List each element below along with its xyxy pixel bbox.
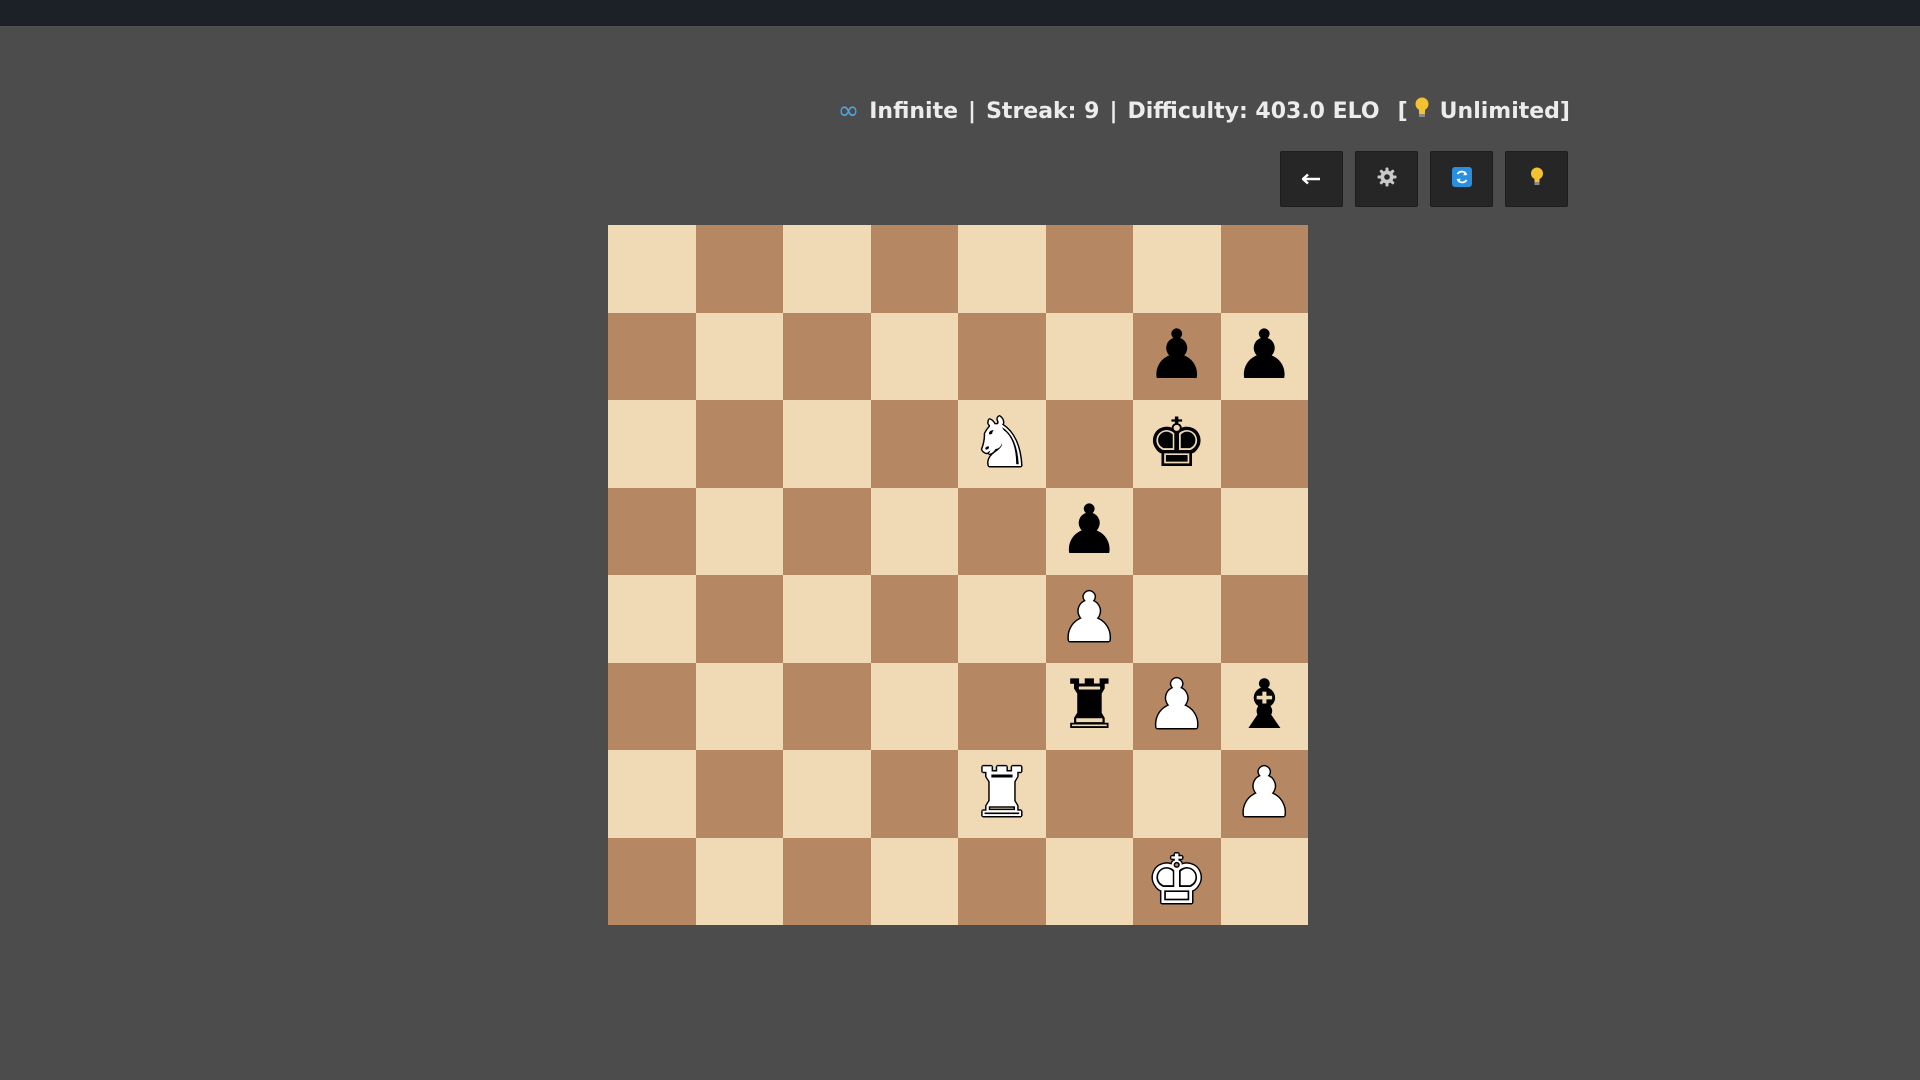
square-b4[interactable] <box>695 575 783 663</box>
square-a1[interactable] <box>608 837 696 925</box>
streak-label: Streak: 9 <box>986 98 1100 124</box>
square-h1[interactable] <box>1220 837 1308 925</box>
refresh-icon <box>1451 167 1472 191</box>
square-g2[interactable] <box>1133 750 1221 838</box>
square-d5[interactable] <box>870 487 958 575</box>
square-b5[interactable] <box>695 487 783 575</box>
square-g8[interactable] <box>1133 225 1221 313</box>
lightbulb-icon <box>1530 167 1544 191</box>
square-a4[interactable] <box>608 575 696 663</box>
square-f5[interactable]: ♟ <box>1045 487 1133 575</box>
white-pawn-icon[interactable]: ♟ <box>1234 759 1295 828</box>
square-b2[interactable] <box>695 750 783 838</box>
square-c7[interactable] <box>783 312 871 400</box>
square-e5[interactable] <box>958 487 1046 575</box>
square-a5[interactable] <box>608 487 696 575</box>
square-c1[interactable] <box>783 837 871 925</box>
square-g7[interactable]: ♟ <box>1133 312 1221 400</box>
settings-button[interactable] <box>1355 151 1418 207</box>
square-a7[interactable] <box>608 312 696 400</box>
square-a6[interactable] <box>608 400 696 488</box>
square-f2[interactable] <box>1045 750 1133 838</box>
square-g4[interactable] <box>1133 575 1221 663</box>
square-f7[interactable] <box>1045 312 1133 400</box>
square-e8[interactable] <box>958 225 1046 313</box>
square-c5[interactable] <box>783 487 871 575</box>
chess-board[interactable]: ♟ ♟ ♞ ♚ ♟ ♟ ♜ ♟ ♝ ♜ ♟ ♚ <box>608 225 1308 925</box>
square-d1[interactable] <box>870 837 958 925</box>
square-c3[interactable] <box>783 662 871 750</box>
square-e6[interactable]: ♞ <box>958 400 1046 488</box>
square-g5[interactable] <box>1133 487 1221 575</box>
infinity-icon: ∞ <box>837 96 860 126</box>
square-h5[interactable] <box>1220 487 1308 575</box>
flip-board-button[interactable] <box>1430 151 1493 207</box>
square-h2[interactable]: ♟ <box>1220 750 1308 838</box>
gear-icon <box>1377 167 1397 191</box>
square-e4[interactable] <box>958 575 1046 663</box>
square-d7[interactable] <box>870 312 958 400</box>
square-a8[interactable] <box>608 225 696 313</box>
square-h3[interactable]: ♝ <box>1220 662 1308 750</box>
square-b8[interactable] <box>695 225 783 313</box>
square-d6[interactable] <box>870 400 958 488</box>
square-h4[interactable] <box>1220 575 1308 663</box>
square-g6[interactable]: ♚ <box>1133 400 1221 488</box>
square-f1[interactable] <box>1045 837 1133 925</box>
lightbulb-icon <box>1414 97 1430 125</box>
square-f8[interactable] <box>1045 225 1133 313</box>
square-g1[interactable]: ♚ <box>1133 837 1221 925</box>
square-a3[interactable] <box>608 662 696 750</box>
difficulty-label: Difficulty: 403.0 ELO <box>1127 98 1380 124</box>
square-f3[interactable]: ♜ <box>1045 662 1133 750</box>
black-pawn-icon[interactable]: ♟ <box>1059 497 1120 565</box>
black-bishop-icon[interactable]: ♝ <box>1234 672 1295 740</box>
mode-label: Infinite <box>869 98 959 124</box>
white-pawn-icon[interactable]: ♟ <box>1059 584 1120 653</box>
arrow-left-icon <box>1301 170 1322 189</box>
square-b3[interactable] <box>695 662 783 750</box>
square-b6[interactable] <box>695 400 783 488</box>
square-e1[interactable] <box>958 837 1046 925</box>
puzzle-status: ∞ Infinite | Streak: 9 | Difficulty: 403… <box>838 93 1570 129</box>
square-e7[interactable] <box>958 312 1046 400</box>
top-bar <box>0 0 1920 26</box>
square-c8[interactable] <box>783 225 871 313</box>
white-king-icon[interactable]: ♚ <box>1146 847 1207 915</box>
square-d8[interactable] <box>870 225 958 313</box>
hints-bracket: [ <box>1397 98 1408 124</box>
square-b7[interactable] <box>695 312 783 400</box>
square-d4[interactable] <box>870 575 958 663</box>
square-e2[interactable]: ♜ <box>958 750 1046 838</box>
back-button[interactable] <box>1280 151 1343 207</box>
square-f4[interactable]: ♟ <box>1045 575 1133 663</box>
square-h6[interactable] <box>1220 400 1308 488</box>
square-a2[interactable] <box>608 750 696 838</box>
square-e3[interactable] <box>958 662 1046 750</box>
separator: | <box>968 98 977 124</box>
square-c4[interactable] <box>783 575 871 663</box>
white-pawn-icon[interactable]: ♟ <box>1146 672 1207 740</box>
square-f6[interactable] <box>1045 400 1133 488</box>
square-g3[interactable]: ♟ <box>1133 662 1221 750</box>
white-rook-icon[interactable]: ♜ <box>971 759 1032 828</box>
hint-button[interactable] <box>1505 151 1568 207</box>
square-d2[interactable] <box>870 750 958 838</box>
black-king-icon[interactable]: ♚ <box>1146 409 1207 478</box>
hints-label: Unlimited] <box>1439 98 1570 124</box>
square-c2[interactable] <box>783 750 871 838</box>
square-d3[interactable] <box>870 662 958 750</box>
black-rook-icon[interactable]: ♜ <box>1059 672 1120 740</box>
square-h8[interactable] <box>1220 225 1308 313</box>
square-b1[interactable] <box>695 837 783 925</box>
toolbar <box>1280 151 1568 207</box>
black-pawn-icon[interactable]: ♟ <box>1146 322 1207 390</box>
square-h7[interactable]: ♟ <box>1220 312 1308 400</box>
square-c6[interactable] <box>783 400 871 488</box>
black-pawn-icon[interactable]: ♟ <box>1234 322 1295 390</box>
white-knight-icon[interactable]: ♞ <box>971 409 1032 478</box>
separator: | <box>1109 98 1118 124</box>
